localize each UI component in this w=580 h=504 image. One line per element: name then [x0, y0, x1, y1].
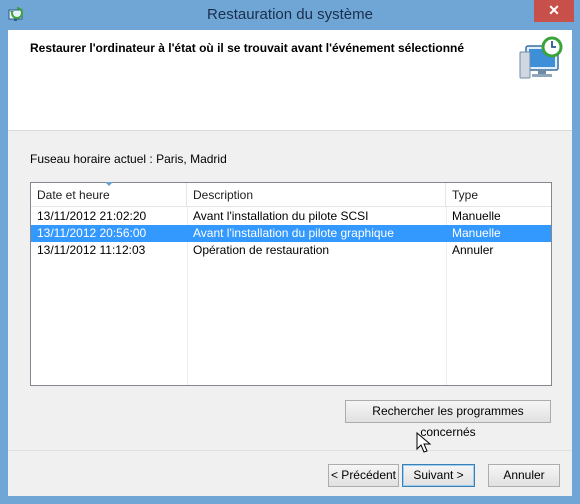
- header-title: Restaurer l'ordinateur à l'état où il se…: [30, 41, 465, 55]
- dialog-body: Restaurer l'ordinateur à l'état où il se…: [8, 30, 572, 496]
- restore-window: Restauration du système ✕ Restaurer l'or…: [0, 0, 580, 504]
- row-description: Avant l'installation du pilote SCSI: [193, 209, 369, 223]
- row-date: 13/11/2012 11:12:03: [37, 243, 146, 257]
- row-type: Annuler: [452, 243, 494, 257]
- row-date: 13/11/2012 21:02:20: [37, 209, 147, 223]
- scan-affected-programs-button[interactable]: Rechercher les programmes concernés: [345, 400, 551, 439]
- header-panel: Restaurer l'ordinateur à l'état où il se…: [8, 30, 572, 131]
- system-restore-icon: [519, 36, 563, 79]
- list-header: Date et heure Description Type: [31, 182, 551, 207]
- table-row-selected[interactable]: 13/11/2012 20:56:00 Avant l'installation…: [31, 225, 551, 242]
- row-description: Opération de restauration: [193, 243, 330, 257]
- column-header-date[interactable]: Date et heure: [31, 182, 187, 207]
- close-button[interactable]: ✕: [534, 0, 574, 22]
- footer-separator: [8, 450, 572, 451]
- column-header-date-label: Date et heure: [37, 188, 110, 202]
- row-type: Manuelle: [452, 209, 501, 223]
- column-header-description[interactable]: Description: [187, 183, 446, 207]
- title-bar[interactable]: Restauration du système ✕: [0, 0, 580, 30]
- table-row[interactable]: 13/11/2012 21:02:20 Avant l'installation…: [31, 208, 551, 225]
- timezone-label: Fuseau horaire actuel : Paris, Madrid: [30, 152, 227, 166]
- next-button[interactable]: Suivant >: [402, 464, 475, 487]
- row-type: Manuelle: [452, 226, 501, 240]
- row-date: 13/11/2012 20:56:00: [37, 226, 147, 240]
- row-description: Avant l'installation du pilote graphique: [193, 226, 394, 240]
- sort-arrow-icon: [105, 182, 113, 186]
- back-button[interactable]: < Précédent: [328, 464, 399, 487]
- mouse-cursor-icon: [416, 432, 432, 453]
- cancel-button[interactable]: Annuler: [488, 464, 560, 487]
- window-title: Restauration du système: [207, 6, 373, 23]
- column-header-type[interactable]: Type: [446, 183, 551, 207]
- restore-points-list[interactable]: Date et heure Description Type 13/11/201…: [30, 182, 552, 386]
- table-row[interactable]: 13/11/2012 11:12:03 Opération de restaur…: [31, 242, 551, 259]
